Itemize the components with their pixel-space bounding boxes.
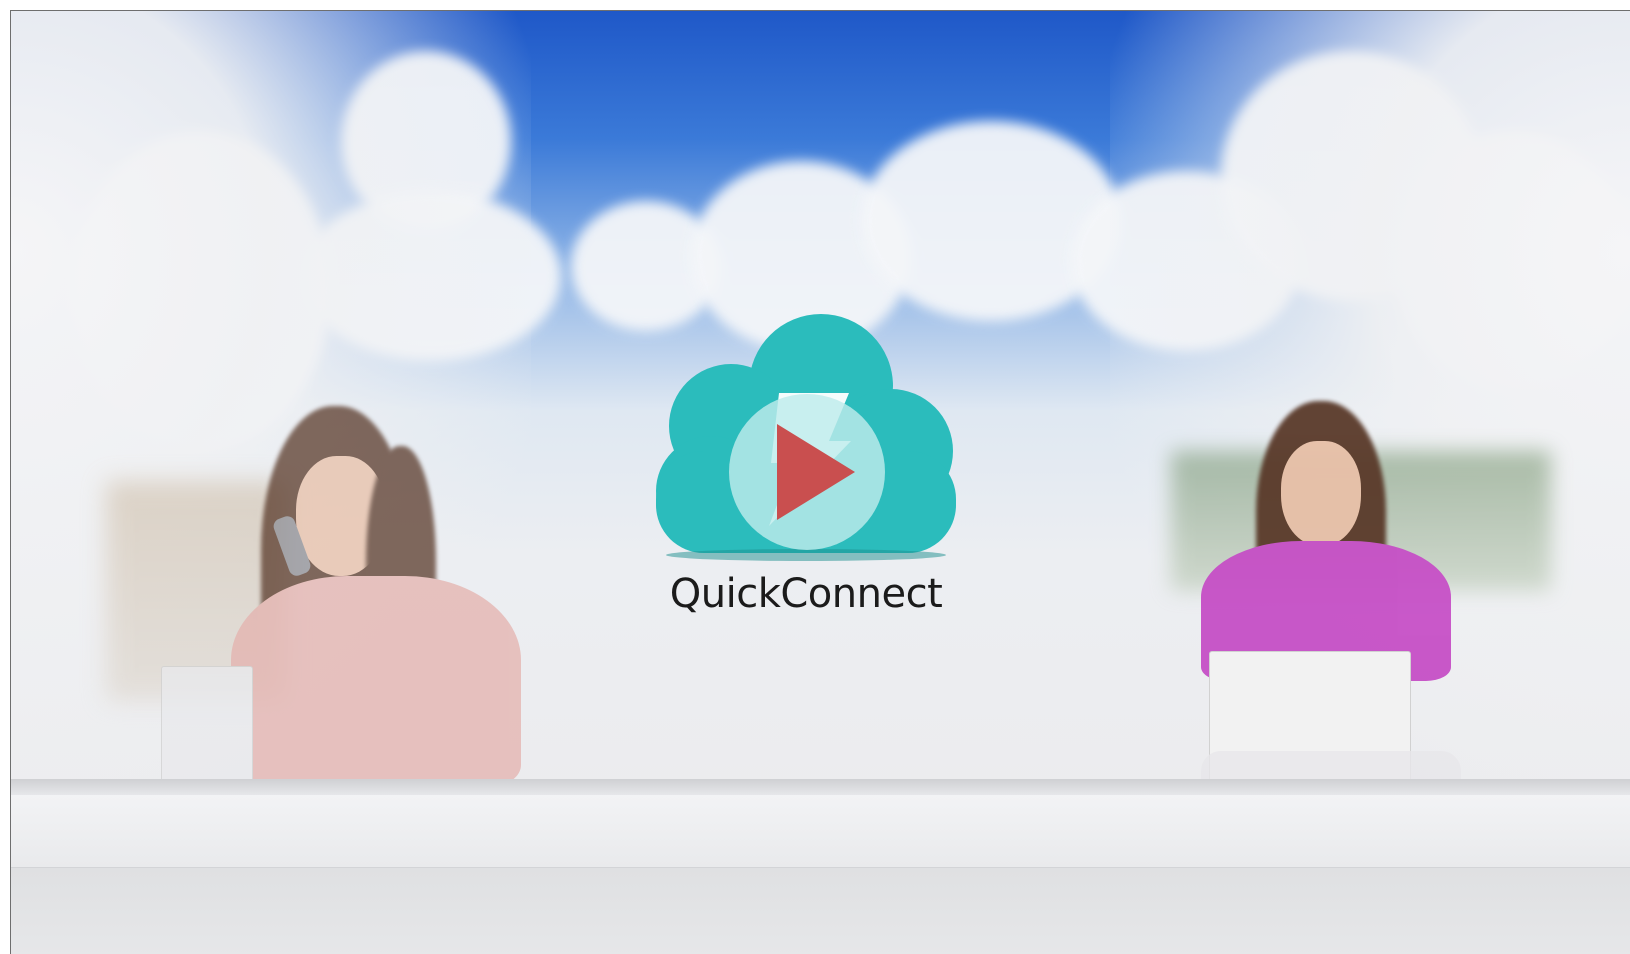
counter-base (11, 867, 1630, 954)
brand-name: QuickConnect (669, 571, 943, 617)
counter-edge (11, 779, 1630, 795)
play-button[interactable] (729, 394, 885, 550)
woman-with-laptop-image (1181, 401, 1501, 831)
counter-face (11, 795, 1630, 867)
woman-on-phone-image (161, 406, 561, 788)
play-icon (777, 424, 855, 520)
video-poster[interactable]: QuickConnect (10, 10, 1630, 954)
